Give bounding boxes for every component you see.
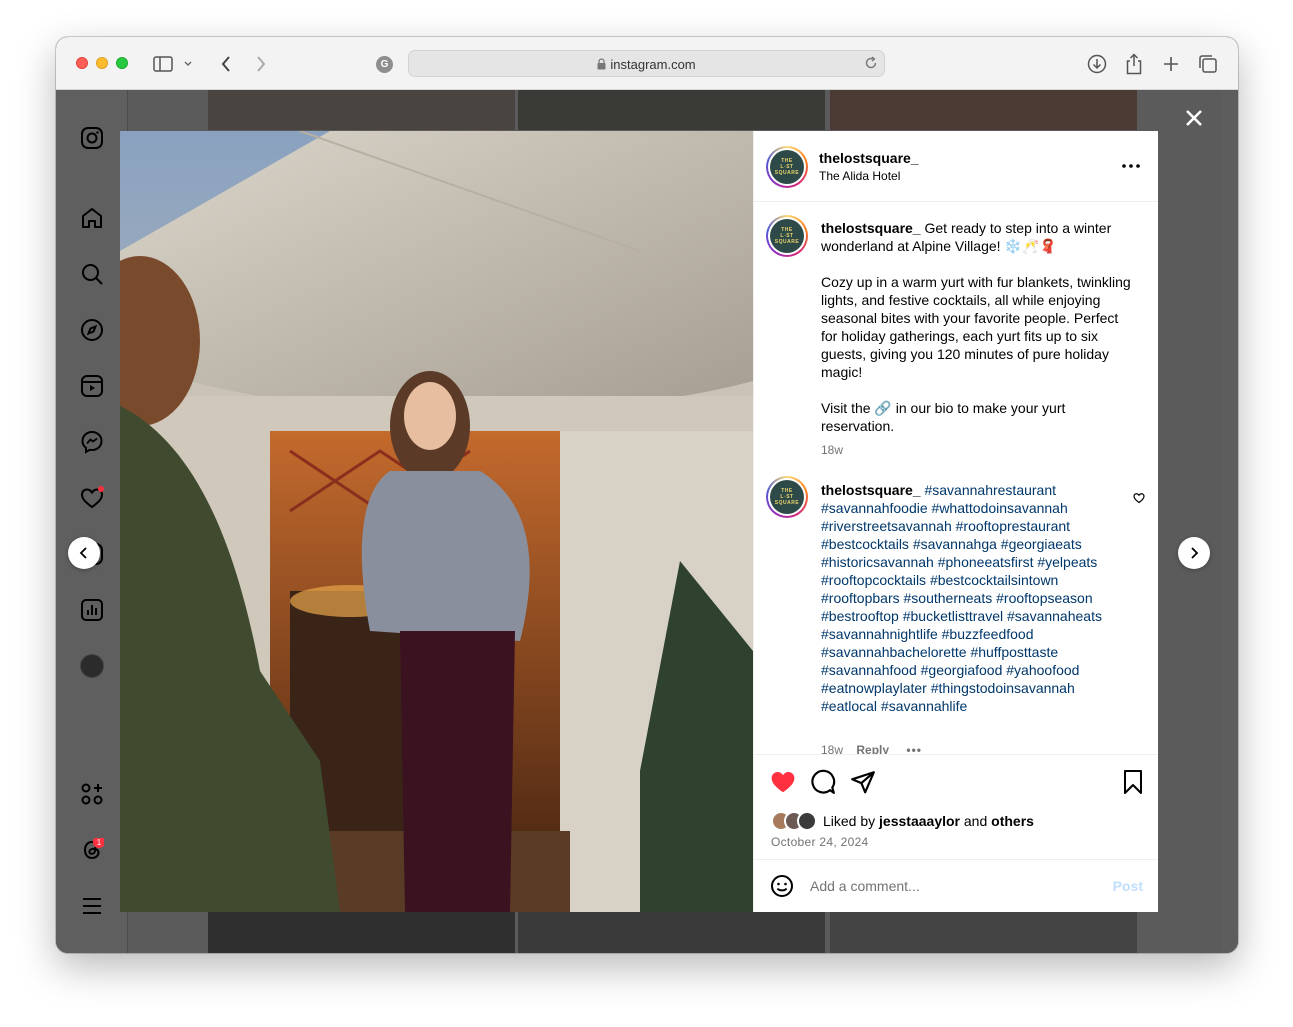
page-scrollbar[interactable] [1222,90,1238,953]
instagram-icon[interactable] [80,126,104,150]
dashboard-icon[interactable] [80,598,104,622]
comment-text: thelostsquare_ #savannahrestaurant #sava… [821,481,1121,715]
reels-icon[interactable] [80,374,104,398]
post-photo[interactable] [120,131,753,912]
liked-heart-icon[interactable] [770,769,796,795]
heart-icon[interactable] [80,486,104,510]
likes-summary: Liked by jesstaaaylor and others [771,810,1034,832]
comment-username[interactable]: thelostsquare_ [821,482,921,498]
comment-avatar[interactable]: THE L◦ST SQUARE [766,476,808,518]
post-comment-button[interactable]: Post [1113,878,1143,894]
reload-icon[interactable] [864,56,878,75]
share-post-icon[interactable] [850,769,876,795]
likes-prefix: Liked by [823,813,876,829]
caption-text: thelostsquare_ Get ready to step into a … [821,219,1131,435]
comment-icon[interactable] [810,769,836,795]
previous-post-button[interactable] [68,537,100,569]
chevron-down-icon[interactable] [182,53,194,75]
sidebar-toggle-icon[interactable] [152,53,174,75]
post-date[interactable]: October 24, 2024 [771,835,869,849]
caption-timestamp: 18w [821,443,844,457]
comment-meta: 18w Reply ••• [821,743,922,754]
caption-avatar[interactable]: THE L◦ST SQUARE [766,215,808,257]
comment-timestamp: 18w [821,743,844,754]
post-header: THE L◦ST SQUARE thelostsquare_ The Alida H… [754,131,1158,202]
profile-avatar[interactable] [80,654,104,678]
brand-logo: THE L◦ST SQUARE [770,480,804,514]
grid-tile [208,912,515,953]
comment-hashtags[interactable]: #savannahrestaurant #savannahfoodie #wha… [821,482,1106,714]
explore-icon[interactable] [80,318,104,342]
post-details-panel: THE L◦ST SQUARE thelostsquare_ The Alida H… [753,131,1158,912]
liker-avatar [797,811,817,831]
messenger-icon[interactable] [80,430,104,454]
post-modal: THE L◦ST SQUARE thelostsquare_ The Alida H… [120,131,1158,912]
more-options-icon[interactable] [1121,157,1141,175]
zoom-window-button[interactable] [116,57,128,69]
caption-username[interactable]: thelostsquare_ [821,220,921,236]
site-settings-icon[interactable]: G [376,56,393,73]
caption-line: Cozy up in a warm yurt with fur blankets… [821,274,1135,380]
grid-tile [208,90,515,130]
chevron-left-icon [79,547,87,559]
also-from-meta-icon[interactable] [80,782,104,806]
search-icon[interactable] [80,262,104,286]
brand-logo: THE L◦ST SQUARE [770,150,804,184]
save-bookmark-icon[interactable] [1121,769,1147,795]
emoji-icon[interactable] [770,874,794,903]
liker-username[interactable]: jesstaaaylor [879,813,960,829]
likes-others-link[interactable]: others [991,813,1034,829]
reply-link[interactable]: Reply [856,743,889,754]
grid-tile [830,90,1137,130]
chevron-right-icon [1191,547,1199,559]
page-viewport: 1 THE L◦ST SQUARE thelostsquare_ The Ali… [56,90,1238,953]
author-username[interactable]: thelostsquare_ [819,150,919,166]
author-avatar[interactable]: THE L◦ST SQUARE [766,146,808,188]
comment-like-icon[interactable] [1133,491,1145,509]
grid-tile [830,912,1137,953]
likes-and: and [963,813,988,829]
grid-tile [518,912,825,953]
comment-options-icon[interactable]: ••• [906,743,922,754]
threads-icon[interactable]: 1 [80,836,105,862]
comments-section[interactable]: THE L◦ST SQUARE thelostsquare_ Get ready t… [754,203,1158,754]
left-nav-sidebar: 1 [56,90,128,953]
forward-icon[interactable] [250,53,272,75]
address-bar[interactable]: instagram.com [408,50,885,77]
post-location[interactable]: The Alida Hotel [819,169,900,183]
browser-window: G instagram.com 1 THE L◦ST SQUARE thelos… [56,37,1238,953]
download-icon[interactable] [1086,53,1108,75]
home-icon[interactable] [80,206,104,230]
lock-icon [597,58,606,73]
caption-line: Visit the 🔗 in our bio to make your yurt… [821,400,1070,434]
share-icon[interactable] [1123,53,1145,75]
url-text: instagram.com [610,57,696,72]
back-icon[interactable] [215,53,237,75]
browser-toolbar: G instagram.com [56,37,1238,90]
liker-avatars [771,811,817,831]
close-window-button[interactable] [76,57,88,69]
post-actions: Liked by jesstaaaylor and others October… [754,754,1158,859]
minimize-window-button[interactable] [96,57,108,69]
next-post-button[interactable] [1178,537,1210,569]
comment-input[interactable]: Add a comment... [810,878,920,894]
add-comment-bar: Add a comment... Post [754,859,1158,912]
brand-logo: THE L◦ST SQUARE [770,219,804,253]
new-tab-icon[interactable] [1160,53,1182,75]
close-modal-icon[interactable] [1182,106,1206,130]
grid-tile [518,90,825,130]
svg-text:1: 1 [97,838,102,847]
more-icon[interactable] [80,894,104,918]
tab-overview-icon[interactable] [1197,53,1219,75]
